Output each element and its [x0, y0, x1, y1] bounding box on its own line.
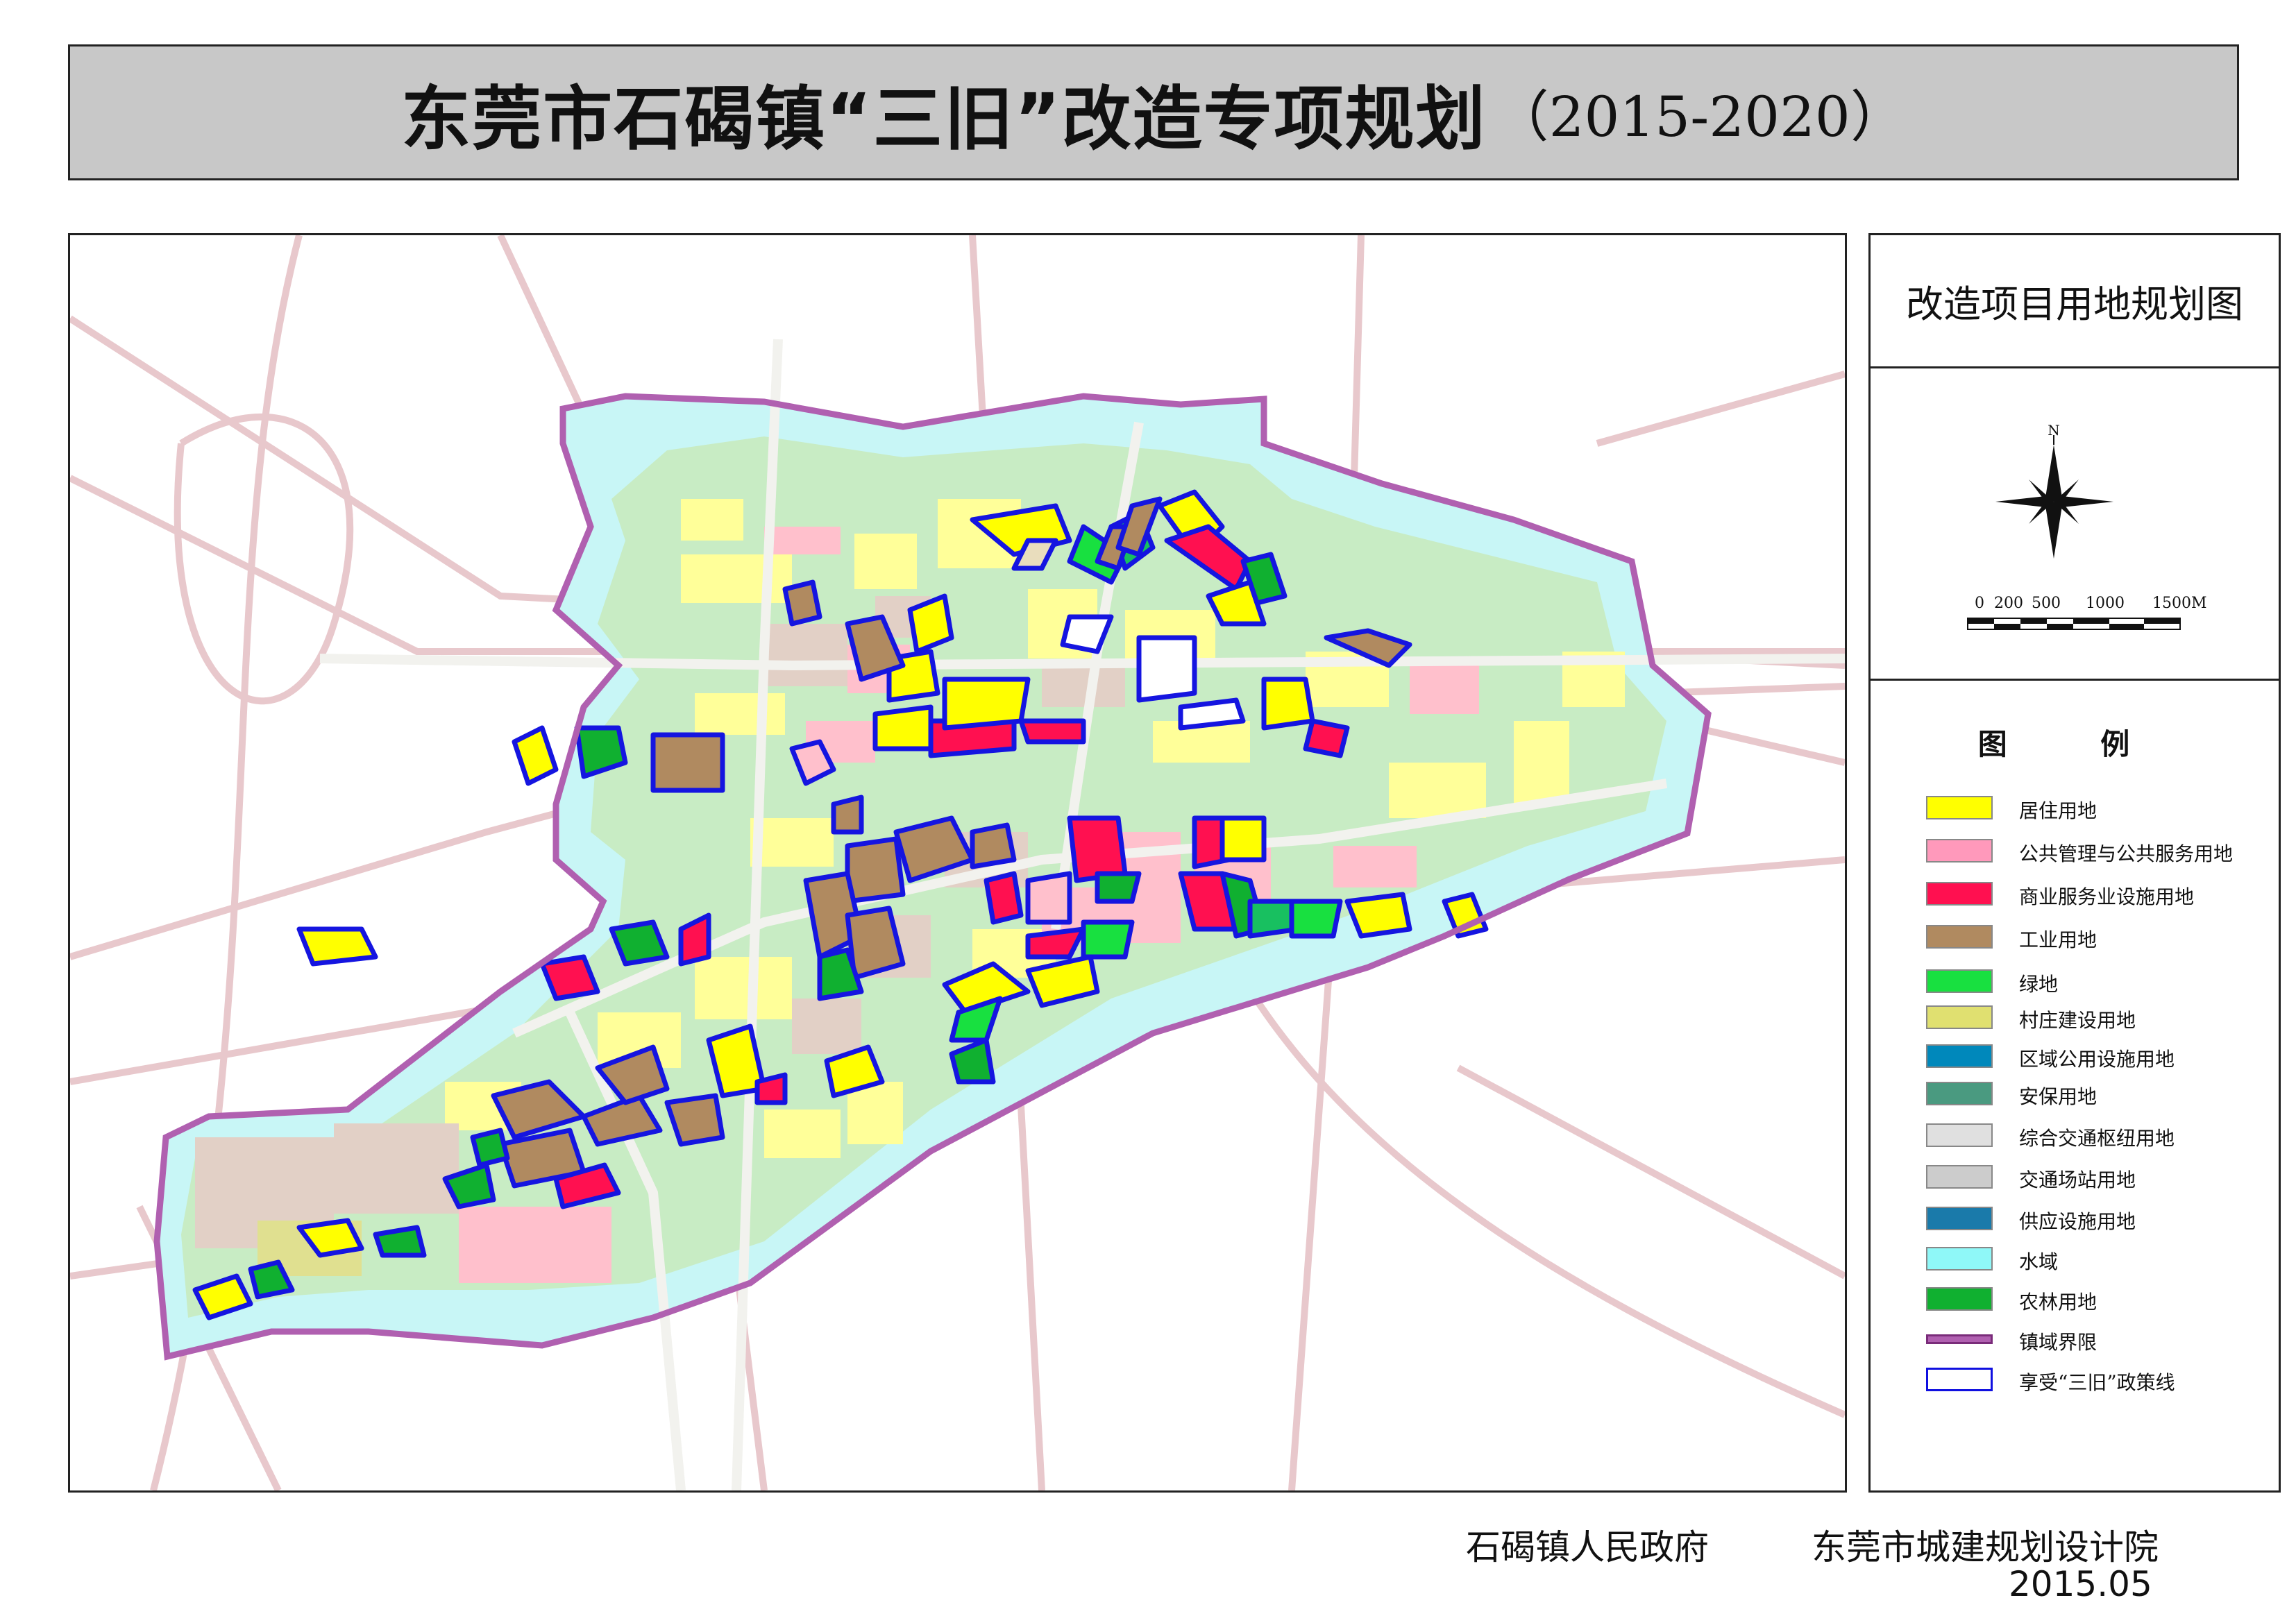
legend-swatch: [1926, 1207, 1993, 1230]
legend-label: 村庄建设用地: [2019, 1009, 2136, 1032]
legend-swatch: [1926, 1368, 1993, 1391]
legend-label: 安保用地: [2019, 1085, 2097, 1108]
legend-label: 居住用地: [2019, 799, 2097, 822]
legend-heading: 图 例: [1977, 727, 2172, 761]
legend-label: 商业服务业设施用地: [2019, 885, 2195, 908]
legend-swatch: [1926, 1165, 1993, 1189]
document-title: 东莞市石碣镇“三旧”改造专项规划: [401, 78, 1487, 160]
scale-bar: 0 200 500 1000 1500M: [1967, 595, 2207, 630]
legend-swatch: [1926, 1123, 1993, 1147]
title-bar: 东莞市石碣镇“三旧”改造专项规划 （2015-2020）: [68, 44, 2239, 180]
publish-date: 2015.05: [2009, 1564, 2152, 1604]
legend-swatch: [1926, 1247, 1993, 1271]
legend-label: 农林用地: [2019, 1291, 2097, 1314]
legend-swatch: [1926, 1334, 1993, 1344]
legend-label: 工业用地: [2019, 928, 2097, 951]
legend-swatch: [1926, 1082, 1993, 1105]
side-panel: 改造项目用地规划图 N 0 200 500 1000 1500M 图 例 居住用…: [1868, 233, 2281, 1493]
legend-label: 公共管理与公共服务用地: [2019, 842, 2234, 865]
institute-name: 东莞市城建规划设计院: [1812, 1527, 2159, 1567]
legend-swatch: [1926, 925, 1993, 949]
legend-label: 交通场站用地: [2019, 1169, 2136, 1191]
legend-swatch: [1926, 839, 1993, 863]
legend-label: 镇域界限: [2019, 1331, 2097, 1354]
legend-swatch: [1926, 882, 1993, 906]
legend-swatch: [1926, 1287, 1993, 1311]
legend-label: 综合交通枢纽用地: [2019, 1127, 2175, 1150]
scale-label-500: 500: [2032, 595, 2061, 612]
scale-label-1500m: 1500M: [2152, 595, 2207, 612]
compass-scale-box: N 0 200 500 1000 1500M: [1871, 368, 2279, 681]
legend-label: 供应设施用地: [2019, 1210, 2136, 1233]
legend-label: 区域公用设施用地: [2019, 1048, 2175, 1071]
legend-swatch: [1926, 796, 1993, 819]
scale-label-200: 200: [1994, 595, 2023, 612]
scale-label-0: 0: [1975, 595, 1984, 612]
map-title: 改造项目用地规划图: [1871, 235, 2279, 368]
legend-label: 享受“三旧”政策线: [2019, 1371, 2175, 1394]
legend-swatch: [1926, 1005, 1993, 1029]
north-arrow-icon: N: [1995, 422, 2113, 559]
legend-swatch: [1926, 1044, 1993, 1068]
legend-label: 水域: [2019, 1250, 2059, 1273]
government-name: 石碣镇人民政府: [1466, 1527, 1709, 1567]
land-use-map[interactable]: [68, 233, 1847, 1493]
plan-period: （2015-2020）: [1493, 85, 1906, 149]
legend-swatch: [1926, 969, 1993, 993]
scale-label-1000: 1000: [2086, 595, 2125, 612]
legend-label: 绿地: [2019, 973, 2059, 996]
